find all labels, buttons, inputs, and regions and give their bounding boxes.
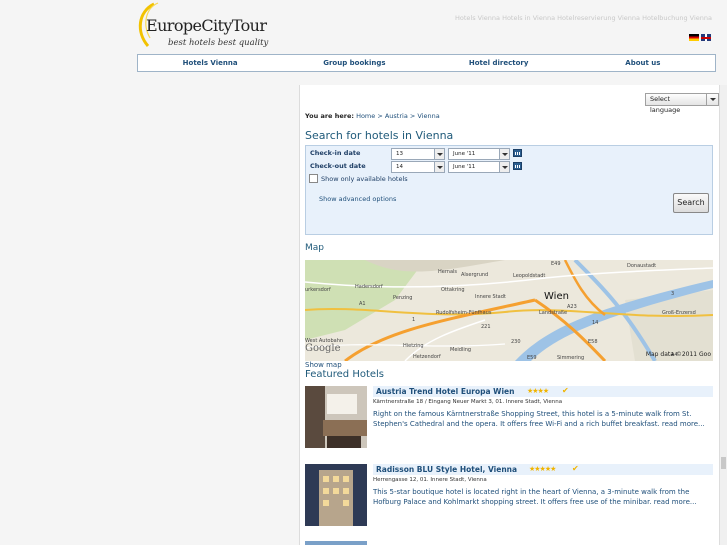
map-copyright: Map data ©2011 Goo [645, 351, 711, 358]
chevron-down-icon[interactable] [706, 94, 718, 105]
site-logo[interactable]: EuropeCityTour best hotels best quality [134, 2, 268, 50]
map-heading: Map [305, 243, 324, 253]
checkmark-icon: ✔ [562, 386, 569, 395]
header-keywords: Hotels Vienna Hotels in Vienna Hotelrese… [455, 14, 713, 22]
map-place: Hernals [438, 269, 458, 275]
map-city-label: Wien [544, 291, 569, 302]
nav-about-us[interactable]: About us [571, 55, 715, 71]
map-place: Innere Stadt [475, 294, 506, 300]
checkout-month-value: June '11 [453, 164, 476, 170]
checkmark-icon: ✔ [572, 464, 579, 473]
checkin-label: Check-in date [310, 149, 361, 157]
available-only-checkbox[interactable] [309, 174, 318, 183]
map-place: urkersdorf [305, 287, 331, 293]
hotel-title-bar: Radisson BLU Style Hotel, Vienna ★★★★★ ✔ [373, 464, 713, 475]
search-form: Check-in date 13 June '11 Check-out date… [305, 145, 713, 235]
search-button[interactable]: Search [673, 193, 709, 213]
map-road: A1 [359, 301, 366, 307]
hotel-thumbnail-partial [305, 541, 367, 545]
map-road: 3 [671, 291, 675, 297]
nav-group-bookings[interactable]: Group bookings [282, 55, 426, 71]
map-road: 1 [412, 317, 416, 323]
hotel-thumbnail[interactable] [305, 464, 367, 526]
map-graphic [305, 260, 713, 361]
map-road: 230 [511, 339, 521, 345]
german-flag-icon[interactable] [689, 34, 699, 41]
star-rating-icon: ★★★★ [527, 387, 549, 395]
language-select-value: Select language [650, 95, 681, 114]
language-flags [689, 34, 711, 41]
map-place: Meidling [450, 347, 472, 353]
map-road: A23 [567, 304, 577, 310]
map-place: Ottakring [441, 287, 465, 293]
featured-heading: Featured Hotels [305, 369, 385, 380]
map-road: 221 [481, 324, 491, 330]
logo-name: EuropeCityTour [146, 16, 267, 35]
checkin-day-value: 13 [396, 151, 403, 157]
map-road: 14 [592, 320, 599, 326]
chevron-down-icon [499, 149, 509, 159]
hotel-description[interactable]: Right on the famous Kärntnerstraße Shopp… [373, 409, 709, 429]
hotel-description[interactable]: This 5-star boutique hotel is located ri… [373, 487, 709, 507]
main-nav: Hotels Vienna Group bookings Hotel direc… [137, 54, 716, 72]
map-place: Landstraße [539, 310, 568, 316]
breadcrumb: You are here: Home > Austria > Vienna [305, 112, 440, 120]
search-heading: Search for hotels in Vienna [305, 129, 454, 142]
available-only-label: Show only available hotels [321, 175, 408, 183]
checkout-label: Check-out date [310, 162, 366, 170]
map-road: E59 [527, 355, 537, 361]
content-panel: Select language You are here: Home > Aus… [299, 85, 719, 545]
map-place: Alsergrund [461, 272, 489, 278]
map-place: Penzing [393, 295, 413, 301]
nav-hotels-vienna[interactable]: Hotels Vienna [138, 55, 282, 71]
hotel-title-bar: Austria Trend Hotel Europa Wien ★★★★ ✔ [373, 386, 713, 397]
scrollbar[interactable] [719, 85, 727, 545]
hotel-name[interactable]: Austria Trend Hotel Europa Wien [376, 387, 514, 396]
map-road: E58 [588, 339, 598, 345]
google-logo: Google [305, 343, 341, 354]
language-select[interactable]: Select language [645, 93, 719, 114]
breadcrumb-path[interactable]: Home > Austria > Vienna [356, 112, 440, 120]
chevron-down-icon [434, 162, 444, 172]
checkin-day-select[interactable]: 13 [391, 148, 445, 160]
checkout-day-select[interactable]: 14 [391, 161, 445, 173]
star-rating-icon: ★★★★★ [529, 465, 556, 473]
chevron-down-icon [499, 162, 509, 172]
checkin-month-select[interactable]: June '11 [448, 148, 510, 160]
checkin-month-value: June '11 [453, 151, 476, 157]
hotel-address: Kärntnerstraße 18 / Eingang Neuer Markt … [373, 399, 563, 405]
map[interactable]: Hernals Alsergrund Leopoldstadt Donausta… [305, 260, 713, 361]
chevron-down-icon [434, 149, 444, 159]
breadcrumb-prefix: You are here: [305, 112, 354, 120]
checkout-day-value: 14 [396, 164, 403, 170]
map-place: Simmering [557, 355, 585, 361]
page: EuropeCityTour best hotels best quality … [0, 0, 727, 545]
map-place: Rudolfsheim-Fünfhaus [436, 310, 492, 316]
map-place: Hietzing [403, 343, 424, 349]
calendar-icon[interactable] [513, 162, 522, 170]
english-flag-icon[interactable] [701, 34, 711, 41]
nav-hotel-directory[interactable]: Hotel directory [427, 55, 571, 71]
map-road: E49 [551, 261, 561, 267]
advanced-options-link[interactable]: Show advanced options [319, 195, 396, 203]
hotel-address: Herrengasse 12, 01. Innere Stadt, Vienna [373, 477, 487, 483]
map-place: Hadersdorf [355, 284, 383, 290]
hotel-name[interactable]: Radisson BLU Style Hotel, Vienna [376, 465, 517, 474]
checkout-month-select[interactable]: June '11 [448, 161, 510, 173]
hotel-thumbnail[interactable] [305, 386, 367, 448]
map-place: Leopoldstadt [513, 273, 546, 279]
show-map-link[interactable]: Show map [305, 361, 342, 369]
calendar-icon[interactable] [513, 149, 522, 157]
map-place: Donaustadt [627, 263, 657, 269]
map-place: Groß-Enzersd [662, 310, 696, 316]
logo-tagline: best hotels best quality [168, 38, 269, 48]
map-place: Hetzendorf [413, 354, 441, 360]
